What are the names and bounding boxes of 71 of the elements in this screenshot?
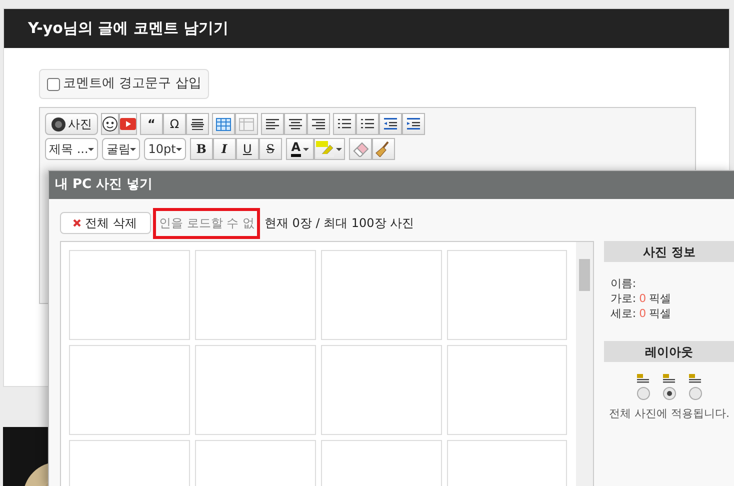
outdent-icon	[384, 118, 397, 130]
layout-icon	[663, 374, 676, 384]
bold-button[interactable]: B	[190, 138, 213, 160]
close-icon	[73, 219, 81, 227]
warning-checkbox[interactable]	[47, 78, 60, 90]
delete-all-button[interactable]: 전체 삭제	[60, 212, 151, 234]
align-icon	[266, 118, 279, 130]
strikethrough-button[interactable]: S	[258, 138, 282, 160]
special-char-button[interactable]: Ω	[163, 113, 186, 135]
align-icon	[289, 118, 302, 130]
align-icon	[312, 118, 325, 130]
section-header: 사진 정보	[604, 241, 734, 262]
layout-radio[interactable]	[636, 387, 650, 400]
face-icon	[102, 116, 118, 132]
horizontal-line-button[interactable]	[186, 113, 209, 135]
info-value: 0	[639, 306, 646, 321]
section-header: 레이아웃	[604, 341, 734, 362]
layout-radio[interactable]	[688, 387, 702, 400]
table-icon	[216, 118, 231, 130]
dropdown-value: 굴림	[106, 141, 130, 158]
error-message: 인을 로드할 수 없	[153, 208, 260, 238]
clear-format-button[interactable]	[372, 138, 395, 160]
align-icon	[361, 118, 374, 130]
align-right-button[interactable]	[307, 113, 330, 135]
page-title: Y-yo님의 글에 코멘트 남기기	[28, 18, 229, 40]
indent-icon	[407, 118, 420, 130]
layout-icon	[637, 374, 650, 384]
caret-icon	[302, 148, 308, 150]
photo-button[interactable]: 사진	[45, 113, 98, 135]
layout-note: 전체 사진에 적용됩니다.	[608, 406, 730, 422]
info-value: 0	[639, 291, 646, 306]
align-icon	[191, 118, 204, 130]
caret-icon	[176, 148, 182, 150]
indent-button[interactable]	[402, 113, 425, 135]
eraser-icon	[352, 141, 369, 157]
heading-dropdown[interactable]: 제목 ...	[45, 138, 98, 160]
warning-checkbox-button[interactable]: 코멘트에 경고문구 삽입	[39, 69, 210, 99]
align-left-button[interactable]	[261, 113, 284, 135]
numbered-list-button[interactable]	[333, 113, 356, 135]
highlighter-icon	[316, 141, 334, 157]
align-center-button[interactable]	[284, 113, 307, 135]
emoticon-button[interactable]	[101, 113, 119, 135]
bullet-list-button[interactable]	[356, 113, 379, 135]
info-label: 이름:	[610, 276, 636, 291]
table-button[interactable]	[212, 113, 235, 135]
table-icon	[239, 118, 254, 130]
align-icon	[338, 118, 351, 130]
layout-radio[interactable]	[662, 387, 676, 400]
dropdown-value: 제목 ...	[49, 141, 88, 158]
caret-icon	[88, 148, 94, 150]
photo-count: 현재 0장 / 최대 100장 사진	[264, 215, 414, 232]
scrollbar[interactable]	[576, 242, 594, 486]
quote-button[interactable]: “	[140, 113, 163, 135]
outdent-button[interactable]	[379, 113, 402, 135]
italic-button[interactable]: I	[212, 138, 236, 160]
dropdown-value: 10pt	[148, 141, 176, 158]
info-unit: 픽셀	[649, 306, 672, 321]
video-play-icon	[120, 118, 136, 130]
dialog-title: 내 PC 사진 넣기	[55, 176, 153, 194]
layout-icon	[689, 374, 702, 384]
info-label: 가로:	[610, 291, 636, 306]
font-size-dropdown[interactable]: 10pt	[144, 138, 186, 160]
camera-lens-icon	[51, 116, 66, 132]
text-color-button[interactable]: A	[286, 138, 314, 160]
info-unit: 픽셀	[649, 291, 672, 306]
video-button[interactable]	[119, 113, 137, 135]
underline-button[interactable]: U	[236, 138, 259, 160]
caret-icon	[130, 148, 136, 150]
font-dropdown[interactable]: 굴림	[102, 138, 140, 160]
caret-icon	[336, 148, 342, 150]
info-label: 세로:	[610, 306, 636, 321]
